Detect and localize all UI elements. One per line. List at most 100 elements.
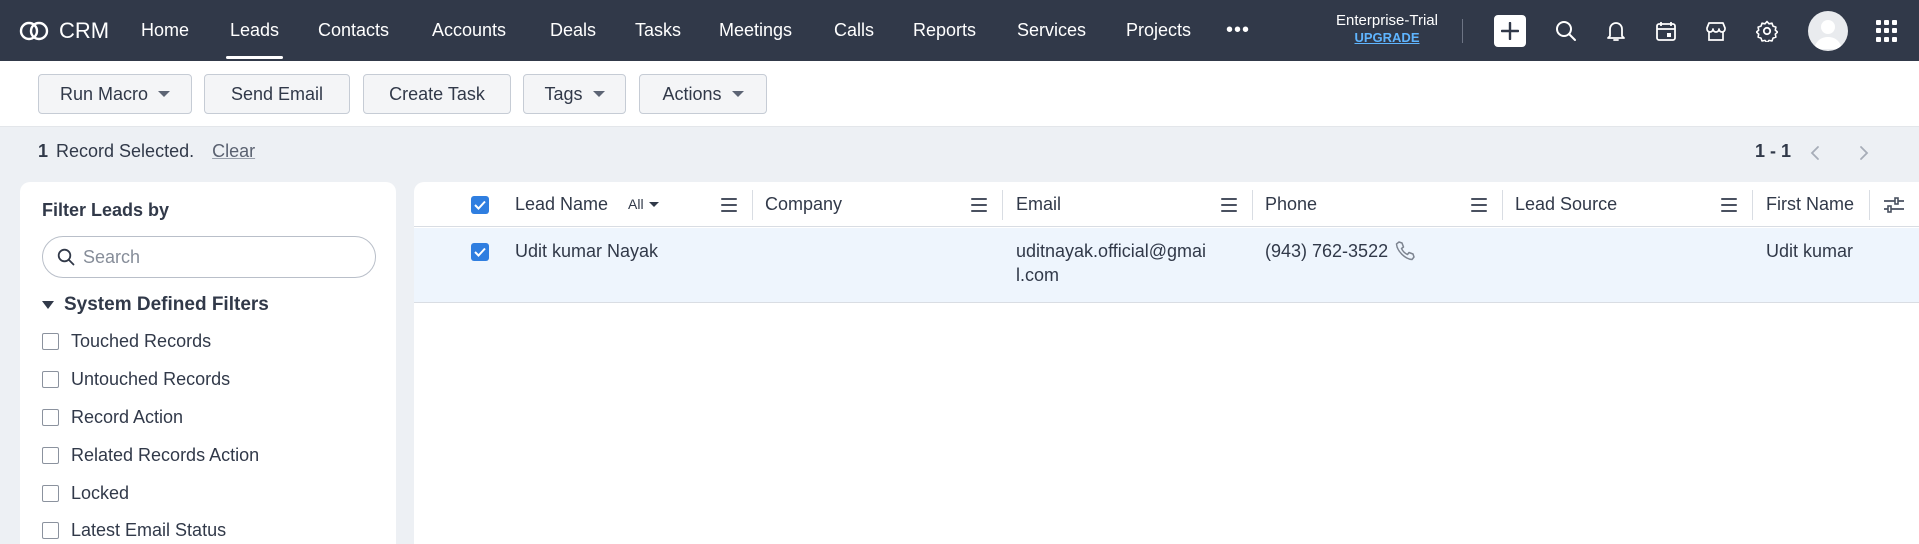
chevron-down-icon — [648, 201, 659, 207]
row-checkbox[interactable] — [471, 243, 489, 261]
nav-home[interactable]: Home — [141, 0, 189, 61]
column-header-first-name[interactable]: First Name — [1766, 182, 1854, 227]
filter-untouched-records[interactable]: Untouched Records — [42, 369, 230, 390]
column-divider[interactable] — [1252, 190, 1253, 220]
column-menu-icon[interactable] — [1221, 198, 1237, 212]
create-task-label: Create Task — [389, 83, 485, 104]
actions-button[interactable]: Actions — [639, 74, 767, 114]
filter-panel: Filter Leads by System Defined Filters T… — [20, 182, 396, 544]
filter-checkbox[interactable] — [42, 409, 59, 426]
actions-label: Actions — [662, 83, 722, 104]
nav-contacts[interactable]: Contacts — [318, 0, 389, 61]
nav-deals[interactable]: Deals — [550, 0, 596, 61]
selected-text: Record Selected. — [56, 141, 195, 161]
create-new-button[interactable] — [1494, 15, 1526, 47]
app-name: CRM — [59, 17, 110, 43]
column-divider[interactable] — [1502, 190, 1503, 220]
filter-touched-records[interactable]: Touched Records — [42, 331, 211, 352]
selected-count: 1 — [38, 141, 49, 161]
system-defined-filters-toggle[interactable]: System Defined Filters — [42, 294, 269, 316]
filter-label: Latest Email Status — [71, 520, 227, 540]
crm-logo[interactable]: CRM — [18, 0, 109, 61]
nav-leads[interactable]: Leads — [225, 0, 284, 61]
system-defined-filters-label: System Defined Filters — [64, 294, 269, 315]
nav-meetings[interactable]: Meetings — [719, 0, 792, 61]
chevron-down-icon — [592, 91, 605, 97]
more-modules-icon[interactable]: ••• — [1226, 20, 1250, 40]
nav-services[interactable]: Services — [1017, 0, 1086, 61]
bell-icon[interactable] — [1604, 19, 1628, 43]
upgrade-link[interactable]: UPGRADE — [1320, 29, 1454, 46]
filter-checkbox[interactable] — [42, 447, 59, 464]
column-divider[interactable] — [752, 190, 753, 220]
phone-call-icon[interactable] — [1394, 240, 1416, 262]
chevron-down-icon — [731, 91, 744, 97]
calendar-icon[interactable] — [1654, 19, 1678, 43]
leads-table: Lead Name All Company Email Phone Lead S… — [414, 182, 1919, 544]
table-row[interactable]: Udit kumar Nayak uditnayak.official@gmai… — [414, 228, 1919, 303]
cell-phone: (943) 762-3522 — [1265, 239, 1416, 263]
nav-tasks[interactable]: Tasks — [635, 0, 681, 61]
column-header-lead-name[interactable]: Lead Name — [515, 182, 608, 227]
filter-search-input[interactable] — [83, 246, 353, 268]
column-header-phone[interactable]: Phone — [1265, 182, 1317, 227]
nav-accounts[interactable]: Accounts — [432, 0, 506, 61]
checkmark-icon — [474, 200, 486, 210]
filter-checkbox[interactable] — [42, 371, 59, 388]
lead-name-filter-dropdown[interactable]: All — [628, 196, 659, 212]
filter-latest-email-status[interactable]: Latest Email Status — [42, 520, 226, 541]
column-settings-icon[interactable] — [1883, 195, 1905, 215]
filter-record-action[interactable]: Record Action — [42, 407, 183, 428]
column-menu-icon[interactable] — [1471, 198, 1487, 212]
cell-first-name: Udit kumar — [1766, 241, 1854, 261]
column-header-lead-source[interactable]: Lead Source — [1515, 182, 1617, 227]
filter-locked[interactable]: Locked — [42, 483, 129, 504]
previous-page-icon[interactable] — [1807, 144, 1823, 162]
clear-selection-link[interactable]: Clear — [212, 141, 255, 162]
marketplace-icon[interactable] — [1704, 19, 1728, 43]
phone-number[interactable]: (943) 762-3522 — [1265, 239, 1388, 263]
top-navigation-bar: CRM Home Leads Contacts Accounts Deals T… — [0, 0, 1919, 61]
tags-button[interactable]: Tags — [523, 74, 626, 114]
action-toolbar: Run Macro Send Email Create Task Tags Ac… — [0, 61, 1919, 127]
selection-status: 1 Record Selected. Clear — [38, 141, 255, 162]
filter-panel-title: Filter Leads by — [42, 200, 170, 220]
send-email-label: Send Email — [230, 83, 324, 104]
nav-reports[interactable]: Reports — [913, 0, 976, 61]
filter-label: Locked — [71, 483, 130, 503]
column-divider[interactable] — [1752, 190, 1753, 220]
lead-name-filter-label: All — [628, 196, 644, 212]
column-divider[interactable] — [1002, 190, 1003, 220]
pagination-range: 1 - 1 — [1755, 141, 1792, 161]
column-menu-icon[interactable] — [971, 198, 987, 212]
select-all-checkbox[interactable] — [471, 196, 489, 214]
column-header-email[interactable]: Email — [1016, 182, 1061, 227]
run-macro-label: Run Macro — [59, 83, 149, 104]
nav-projects[interactable]: Projects — [1126, 0, 1191, 61]
user-avatar[interactable] — [1808, 11, 1848, 51]
nav-divider — [1462, 19, 1463, 43]
create-task-button[interactable]: Create Task — [363, 74, 511, 114]
cell-lead-name[interactable]: Udit kumar Nayak — [515, 239, 658, 263]
cell-email[interactable]: uditnayak.official@gmai l.com — [1016, 239, 1206, 287]
send-email-button[interactable]: Send Email — [204, 74, 350, 114]
apps-grid-icon[interactable] — [1876, 20, 1898, 42]
filter-label: Touched Records — [71, 331, 212, 351]
filter-checkbox[interactable] — [42, 333, 59, 350]
next-page-icon[interactable] — [1856, 144, 1872, 162]
filter-related-records-action[interactable]: Related Records Action — [42, 445, 259, 466]
column-divider[interactable] — [1869, 190, 1870, 220]
column-menu-icon[interactable] — [1721, 198, 1737, 212]
cell-email-line-1: uditnayak.official@gmai — [1016, 241, 1207, 261]
column-header-company[interactable]: Company — [765, 182, 842, 227]
nav-calls[interactable]: Calls — [834, 0, 874, 61]
chevron-down-icon — [158, 91, 171, 97]
caret-down-icon — [42, 301, 54, 309]
plan-name: Enterprise-Trial — [1336, 12, 1438, 29]
column-menu-icon[interactable] — [721, 198, 737, 212]
run-macro-button[interactable]: Run Macro — [38, 74, 192, 114]
filter-checkbox[interactable] — [42, 522, 59, 539]
filter-checkbox[interactable] — [42, 485, 59, 502]
gear-icon[interactable] — [1755, 19, 1779, 43]
search-icon[interactable] — [1554, 19, 1578, 43]
